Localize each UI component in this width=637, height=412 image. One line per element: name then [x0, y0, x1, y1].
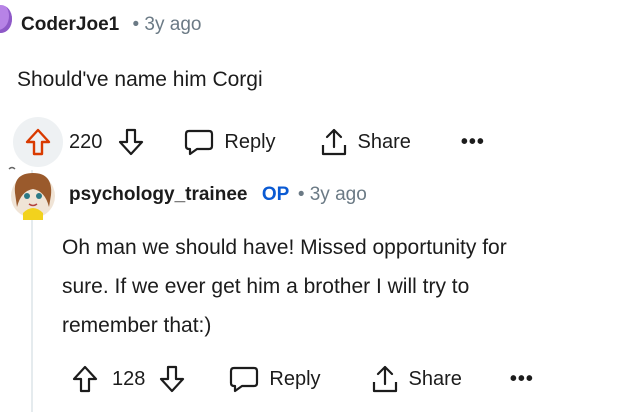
comment-actions: 220 Reply Share ••• [0, 117, 485, 167]
avatar[interactable] [5, 163, 62, 220]
reply-button[interactable]: Reply [229, 365, 321, 393]
upvote-button[interactable] [13, 117, 63, 167]
timestamp: • 3y ago [297, 184, 367, 205]
share-button[interactable]: Share [320, 127, 411, 157]
timestamp: • 3y ago [132, 14, 202, 35]
comment-actions: 128 Reply Share ••• [0, 362, 534, 396]
username[interactable]: psychology_trainee [69, 184, 247, 205]
more-options-button[interactable]: ••• [510, 368, 534, 391]
comment-body: Oh man we should have! Missed opportunit… [62, 236, 507, 337]
op-badge: OP [261, 184, 290, 205]
username[interactable]: CoderJoe1 • 3y ago [21, 14, 201, 36]
upvote-button[interactable] [68, 362, 102, 396]
downvote-button[interactable] [155, 362, 189, 396]
upvote-icon [25, 128, 51, 156]
avatar[interactable] [0, 5, 12, 33]
vote-count: 220 [69, 130, 103, 153]
downvote-icon [119, 128, 144, 156]
more-options-button[interactable]: ••• [461, 131, 485, 154]
comment-body: Should've name him Corgi [17, 68, 263, 91]
downvote-icon [160, 365, 185, 393]
comment-icon [185, 129, 214, 156]
comment-icon [230, 366, 259, 393]
upvote-icon [72, 365, 98, 393]
vote-count: 128 [112, 367, 146, 390]
share-button[interactable]: Share [371, 364, 462, 394]
avatar-image [8, 166, 55, 220]
reply-button[interactable]: Reply [184, 128, 276, 156]
downvote-button[interactable] [114, 125, 148, 159]
comment-header: psychology_trainee OP • 3y ago [69, 184, 367, 206]
share-icon [321, 128, 346, 156]
share-icon [372, 365, 397, 393]
